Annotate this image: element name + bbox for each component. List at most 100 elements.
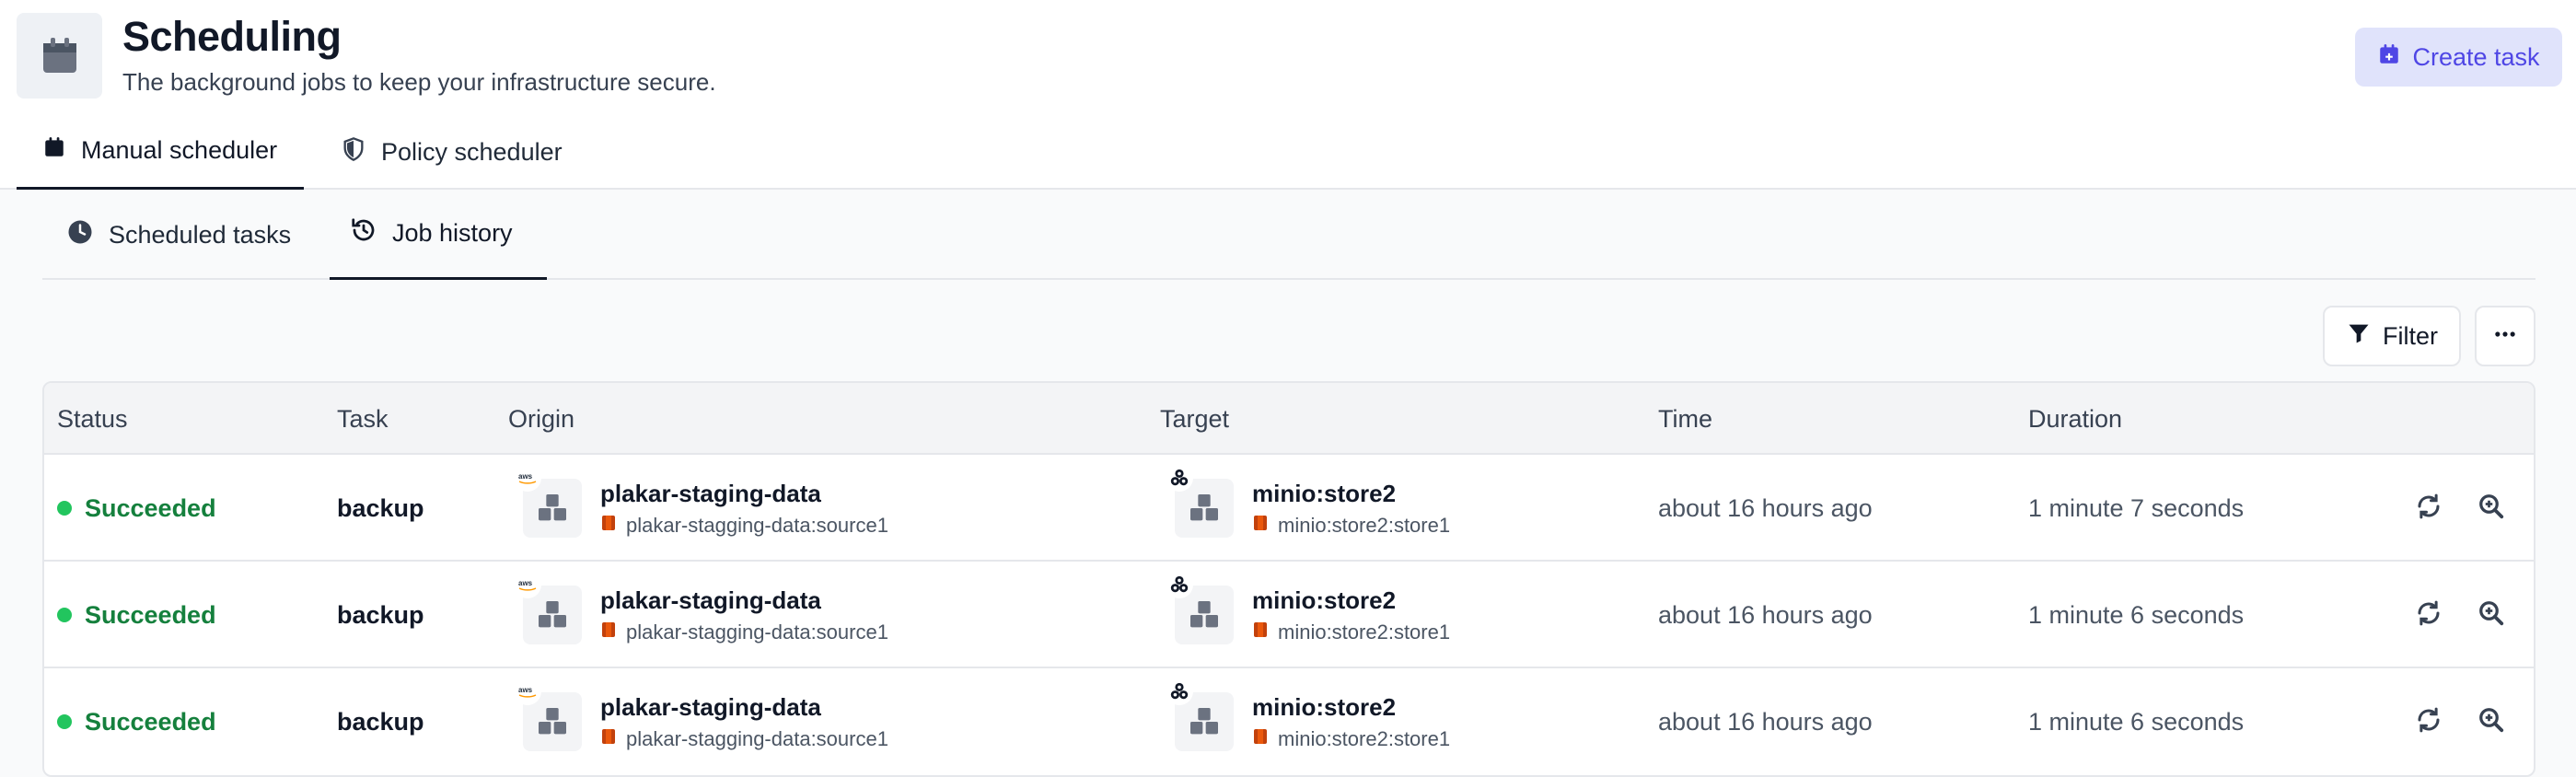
svg-text:aws: aws [518,686,533,694]
task-name: backup [337,600,424,629]
package-icon [1166,571,1234,644]
refresh-icon [2415,599,2443,632]
zoom-in-icon [2477,493,2505,525]
origin-name: plakar-staging-data [600,692,821,721]
cluster-icon [1166,571,1193,598]
status-text: Succeeded [85,707,216,736]
origin-name: plakar-staging-data [600,479,821,507]
rerun-button[interactable] [2407,700,2451,744]
job-duration: 1 minute 7 seconds [2028,493,2245,522]
integration-icon [600,727,617,751]
rerun-button[interactable] [2407,486,2451,530]
status-badge: Succeeded [57,668,216,775]
origin-name: plakar-staging-data [600,586,821,614]
calendar-plus-icon [2377,42,2401,73]
tab-label: Job history [392,219,513,247]
integration-icon [600,514,617,538]
package-icon: aws [514,571,582,644]
svg-text:aws: aws [518,579,533,587]
tab-label: Manual scheduler [81,136,278,164]
task-tabs: Scheduled tasks Job history [42,190,2535,280]
refresh-icon [2415,493,2443,525]
status-badge: Succeeded [57,455,216,562]
page-subtitle: The background jobs to keep your infrast… [122,68,716,96]
table-row[interactable]: Succeeded backup aws plakar-staging-data… [44,455,2534,562]
status-text: Succeeded [85,493,216,522]
tab-scheduled-tasks[interactable]: Scheduled tasks [66,190,291,280]
success-dot [57,608,72,622]
inspect-button[interactable] [2469,593,2513,637]
task-name: backup [337,493,424,522]
clock-icon [66,218,94,252]
tab-label: Policy scheduler [381,137,563,166]
column-header-time[interactable]: Time [1658,383,1712,455]
job-time: about 16 hours ago [1658,600,1873,629]
page-header: Scheduling The background jobs to keep y… [0,0,2576,114]
table-row[interactable]: Succeeded backup aws plakar-staging-data… [44,668,2534,775]
filter-icon [2346,320,2372,353]
integration-icon [600,620,617,644]
inspect-button[interactable] [2469,700,2513,744]
package-icon: aws [514,464,582,538]
history-icon [350,216,377,250]
target-name: minio:store2 [1252,479,1397,507]
origin-subpath: plakar-stagging-data:source1 [626,726,888,750]
aws-icon: aws [514,678,541,705]
column-header-status[interactable]: Status [57,383,128,455]
origin-cell[interactable]: aws plakar-staging-data plakar-stagging-… [514,562,888,668]
origin-subpath: plakar-stagging-data:source1 [626,620,888,644]
page-title: Scheduling [122,13,342,60]
tab-policy-scheduler[interactable]: Policy scheduler [341,114,563,190]
zoom-in-icon [2477,706,2505,738]
table-row[interactable]: Succeeded backup aws plakar-staging-data… [44,562,2534,668]
origin-subpath: plakar-stagging-data:source1 [626,513,888,537]
rerun-button[interactable] [2407,593,2451,637]
origin-cell[interactable]: aws plakar-staging-data plakar-stagging-… [514,455,888,562]
cluster-icon [1166,464,1193,492]
job-duration: 1 minute 6 seconds [2028,600,2245,629]
column-header-target[interactable]: Target [1160,383,1229,455]
calendar-icon [17,13,102,99]
status-badge: Succeeded [57,562,216,668]
target-cell[interactable]: minio:store2 minio:store2:store1 [1166,668,1451,775]
aws-icon: aws [514,571,541,598]
filter-label: Filter [2383,321,2438,350]
column-header-origin[interactable]: Origin [508,383,574,455]
create-task-label: Create task [2412,42,2540,71]
filter-button[interactable]: Filter [2323,306,2461,366]
success-dot [57,501,72,516]
success-dot [57,714,72,729]
task-name: backup [337,707,424,736]
target-subpath: minio:store2:store1 [1278,620,1451,644]
target-subpath: minio:store2:store1 [1278,513,1451,537]
aws-icon: aws [514,464,541,492]
refresh-icon [2415,706,2443,738]
create-task-button[interactable]: Create task [2355,28,2562,87]
target-subpath: minio:store2:store1 [1278,726,1451,750]
cluster-icon [1166,678,1193,705]
integration-icon [1252,620,1269,644]
package-icon [1166,464,1234,538]
job-history-table: Status Task Origin Target Time Duration … [42,381,2535,777]
tab-job-history[interactable]: Job history [330,190,547,280]
table-header: Status Task Origin Target Time Duration [44,383,2534,455]
column-header-duration[interactable]: Duration [2028,383,2122,455]
column-header-task[interactable]: Task [337,383,389,455]
job-time: about 16 hours ago [1658,493,1873,522]
inspect-button[interactable] [2469,486,2513,530]
origin-cell[interactable]: aws plakar-staging-data plakar-stagging-… [514,668,888,775]
package-icon: aws [514,678,582,751]
package-icon [1166,678,1234,751]
target-name: minio:store2 [1252,692,1397,721]
ellipsis-icon [2492,321,2518,352]
svg-text:aws: aws [518,472,533,481]
zoom-in-icon [2477,599,2505,632]
integration-icon [1252,727,1269,751]
more-options-button[interactable] [2475,306,2535,366]
target-cell[interactable]: minio:store2 minio:store2:store1 [1166,562,1451,668]
status-text: Succeeded [85,600,216,629]
tab-manual-scheduler[interactable]: Manual scheduler [17,114,304,190]
target-cell[interactable]: minio:store2 minio:store2:store1 [1166,455,1451,562]
job-history-panel: Scheduled tasks Job history Filter Statu… [0,190,2576,777]
integration-icon [1252,514,1269,538]
